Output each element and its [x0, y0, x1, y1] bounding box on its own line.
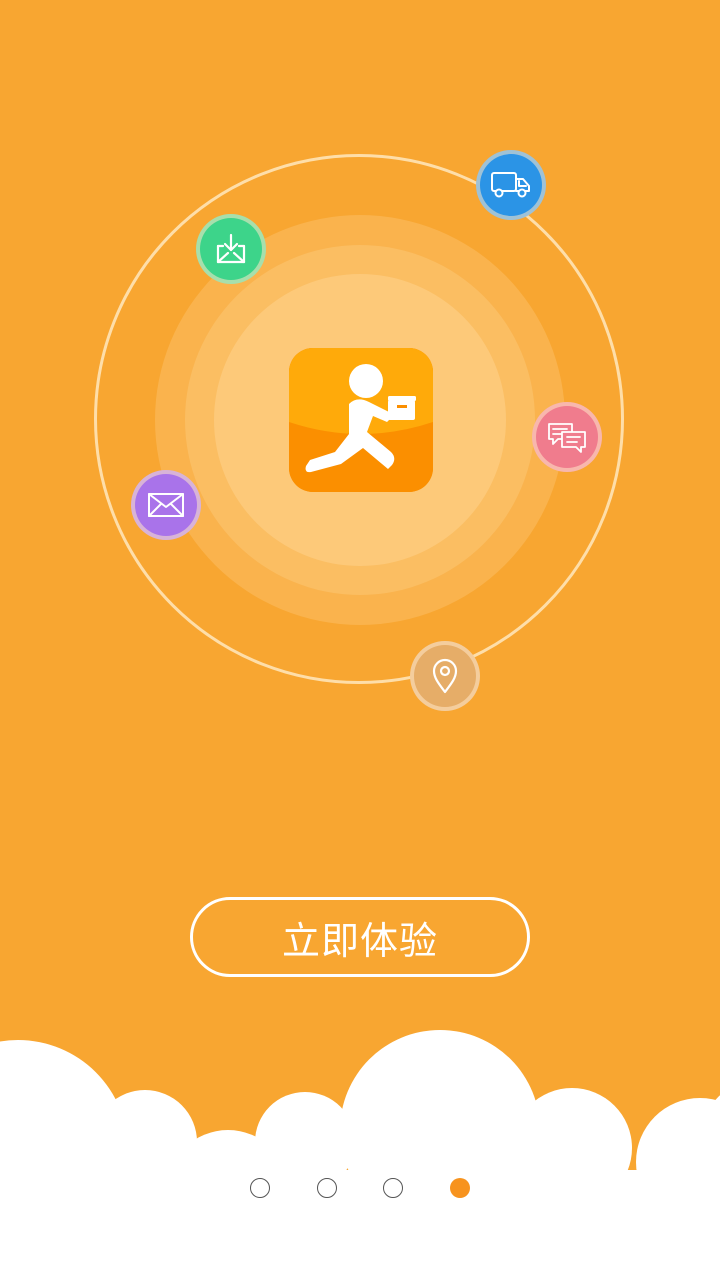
courier-logo-icon	[289, 348, 433, 492]
start-now-button[interactable]: 立即体验	[190, 897, 530, 977]
cloud-decoration	[0, 1020, 720, 1280]
chat-icon	[532, 402, 602, 472]
page-dot-2[interactable]	[317, 1178, 337, 1198]
orbit-illustration	[0, 0, 720, 760]
location-pin-icon	[410, 641, 480, 711]
truck-icon	[476, 150, 546, 220]
page-dot-1[interactable]	[250, 1178, 270, 1198]
inbox-download-icon	[196, 214, 266, 284]
page-dot-4-active[interactable]	[450, 1178, 470, 1198]
page-dot-3[interactable]	[383, 1178, 403, 1198]
page-indicator	[0, 1176, 720, 1200]
mail-icon	[131, 470, 201, 540]
